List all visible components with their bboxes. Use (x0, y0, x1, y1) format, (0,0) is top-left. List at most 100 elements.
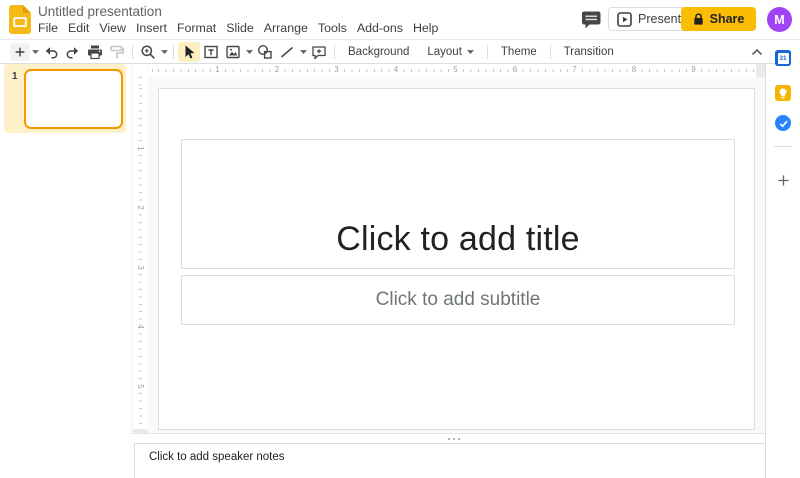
caret-down-icon (300, 50, 307, 55)
bottom-panel: Click to add speaker notes (130, 434, 765, 478)
ruler-number: 6 (511, 63, 519, 77)
menu-bar: FileEditViewInsertFormatSlideArrangeTool… (33, 21, 443, 36)
caret-down-icon (32, 50, 39, 55)
menu-item-slide[interactable]: Slide (221, 21, 259, 36)
slide-editor[interactable]: Click to add title Click to add subtitle (158, 88, 755, 430)
share-button[interactable]: Share (681, 7, 756, 31)
subtitle-placeholder-text: Click to add subtitle (376, 289, 541, 311)
ruler-number: 2 (135, 202, 146, 213)
shape-icon (257, 44, 273, 60)
title-placeholder-box[interactable]: Click to add title (181, 139, 735, 269)
menu-item-edit[interactable]: Edit (63, 21, 94, 36)
ruler-number: 8 (630, 63, 638, 77)
vertical-ruler: 12345 (133, 63, 148, 433)
undo-icon (43, 44, 59, 60)
handle-dot (453, 438, 455, 440)
ruler-number: 9 (689, 63, 697, 77)
toolbar: Background Layout Theme Transition (0, 41, 775, 64)
google-slides-app: Untitled presentation FileEditViewInsert… (0, 0, 800, 478)
insert-comment-button[interactable] (308, 42, 330, 62)
menu-item-arrange[interactable]: Arrange (259, 21, 313, 36)
ruler-number: 4 (392, 63, 400, 77)
slide-thumbnail[interactable] (24, 69, 123, 129)
background-button[interactable]: Background (339, 42, 418, 62)
transition-button[interactable]: Transition (555, 42, 623, 62)
horizontal-ruler: 123456789 (149, 63, 765, 77)
select-cursor-icon (181, 44, 197, 60)
new-slide-button[interactable] (10, 43, 30, 61)
present-icon (617, 12, 632, 27)
insert-image-button[interactable] (222, 42, 244, 62)
zoom-button[interactable] (137, 42, 159, 62)
filmstrip: 1 (0, 63, 130, 478)
calendar-icon-label: 31 (778, 53, 789, 64)
insert-comment-icon (311, 44, 327, 60)
menu-item-tools[interactable]: Tools (313, 21, 352, 36)
slide-number: 1 (12, 71, 18, 82)
layout-button[interactable]: Layout (418, 42, 483, 62)
slides-logo-icon[interactable] (9, 5, 31, 34)
text-box-button[interactable] (200, 42, 222, 62)
chevron-up-icon (751, 48, 763, 56)
caret-down-icon (246, 50, 253, 55)
get-add-ons-button[interactable] (774, 171, 792, 189)
vertical-ruler-ticks (139, 77, 142, 430)
toolbar-divider (334, 45, 335, 59)
select-tool-button[interactable] (178, 42, 200, 62)
slide-thumbnail-row[interactable]: 1 (4, 64, 126, 133)
menu-item-view[interactable]: View (94, 21, 131, 36)
zoom-caret[interactable] (159, 42, 169, 62)
paint-format-icon (109, 44, 125, 60)
menu-item-insert[interactable]: Insert (131, 21, 172, 36)
title-placeholder-text: Click to add title (182, 220, 734, 259)
menu-item-file[interactable]: File (33, 21, 63, 36)
open-comments-button[interactable] (582, 11, 602, 29)
menu-item-help[interactable]: Help (408, 21, 443, 36)
present-button-main[interactable]: Present (609, 8, 689, 30)
zoom-icon (140, 44, 156, 60)
ruler-number: 4 (135, 321, 146, 332)
insert-image-caret[interactable] (244, 42, 254, 62)
toolbar-divider (487, 45, 488, 59)
side-panel-divider (774, 146, 792, 147)
toolbar-divider (132, 45, 133, 59)
document-title[interactable]: Untitled presentation (38, 4, 162, 19)
new-slide-caret[interactable] (30, 42, 40, 62)
caret-down-icon (161, 50, 168, 55)
menu-item-addons[interactable]: Add-ons (352, 21, 408, 36)
tasks-icon[interactable] (775, 115, 791, 131)
collapse-toolbar-button[interactable] (751, 41, 763, 63)
insert-line-button[interactable] (276, 42, 298, 62)
ruler-number: 1 (213, 63, 221, 77)
speaker-notes-placeholder: Click to add speaker notes (149, 451, 285, 463)
redo-button[interactable] (62, 42, 84, 62)
calendar-icon[interactable]: 31 (775, 50, 791, 66)
handle-dot (458, 438, 460, 440)
layout-label: Layout (427, 42, 462, 62)
notes-resize-handle[interactable] (446, 436, 462, 442)
insert-shape-button[interactable] (254, 42, 276, 62)
insert-line-caret[interactable] (298, 42, 308, 62)
comment-icon (582, 11, 601, 29)
subtitle-placeholder-box[interactable]: Click to add subtitle (181, 275, 735, 325)
line-icon (279, 44, 295, 60)
present-label: Present (638, 12, 681, 26)
paint-format-button[interactable] (106, 42, 128, 62)
print-icon (87, 44, 103, 60)
menu-item-format[interactable]: Format (172, 21, 221, 36)
account-avatar[interactable]: M (767, 7, 792, 32)
print-button[interactable] (84, 42, 106, 62)
speaker-notes-area[interactable]: Click to add speaker notes (134, 443, 765, 478)
ruler-number: 5 (135, 381, 146, 392)
side-panel: 31 (765, 41, 800, 478)
canvas-area: 123456789 12345 Click to add title Click… (130, 63, 765, 434)
ruler-number: 5 (451, 63, 459, 77)
ruler-number: 7 (570, 63, 578, 77)
undo-button[interactable] (40, 42, 62, 62)
bulb-glyph (778, 88, 788, 99)
keep-icon[interactable] (775, 85, 791, 101)
check-glyph (778, 118, 789, 129)
theme-button[interactable]: Theme (492, 42, 546, 62)
redo-icon (65, 44, 81, 60)
header: Untitled presentation FileEditViewInsert… (0, 0, 800, 40)
